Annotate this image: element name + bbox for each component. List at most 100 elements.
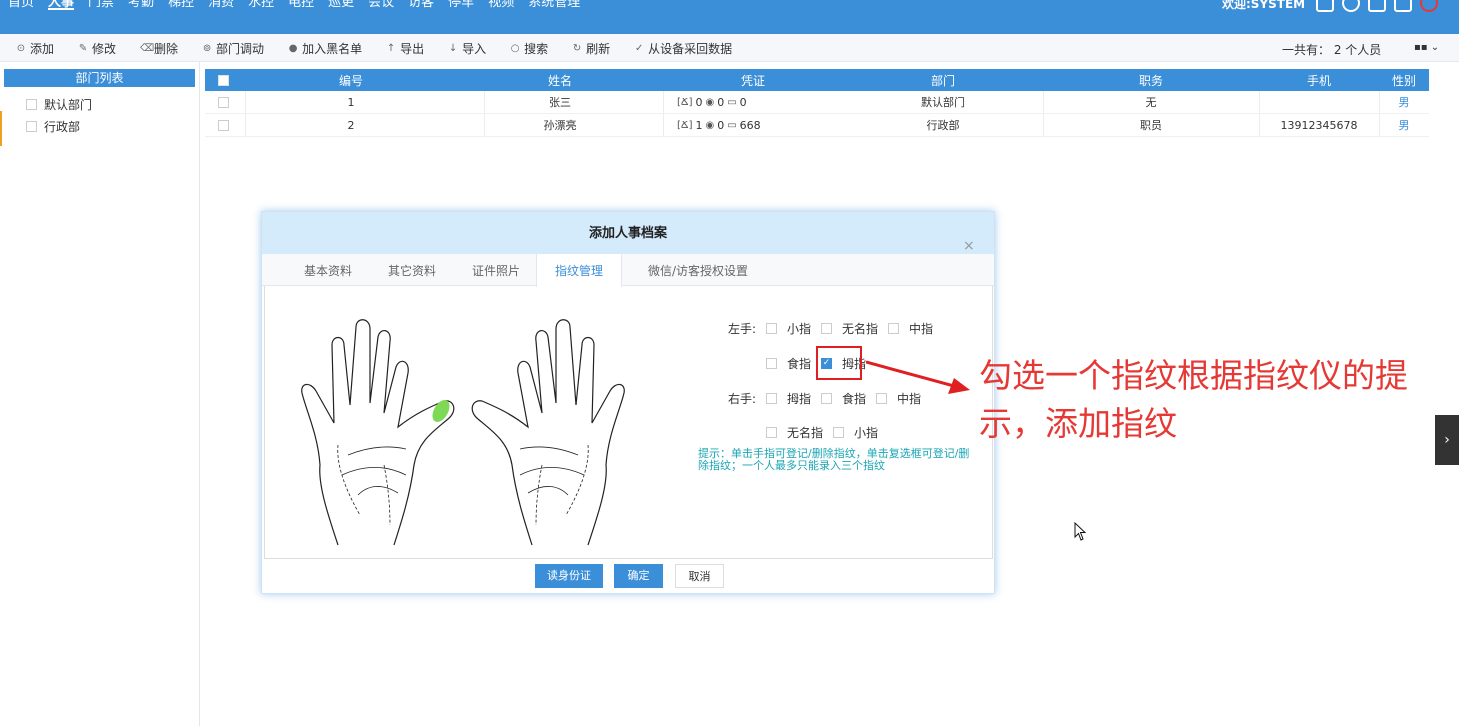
nav-home[interactable]: 首页 <box>8 0 34 9</box>
finger-checkbox[interactable] <box>821 323 833 334</box>
confirm-button[interactable]: 确定 <box>614 564 663 588</box>
right-hand-label: 右手: <box>727 392 756 406</box>
finger-label: 小指 <box>854 426 879 440</box>
toolbar-button-label: 从设备采回数据 <box>648 41 733 56</box>
finger-checkbox[interactable] <box>766 427 777 438</box>
nav-attendance[interactable]: 考勤 <box>128 0 154 9</box>
finger-checkbox[interactable] <box>833 427 845 438</box>
toolbar-button-icon: ⊚ <box>202 42 212 54</box>
row-checkbox[interactable] <box>217 119 229 131</box>
right-hand-outline <box>471 319 625 546</box>
header-credential[interactable]: 凭证 <box>663 69 843 91</box>
toolbar-button[interactable]: ○ 搜索 <box>510 40 548 57</box>
finger-checkbox[interactable] <box>766 323 777 334</box>
toolbar: ⊙ 添加 ✎ 修改 ⌫ 删除 ⊚ 部门调动 ● 加入黑名单 ↑ 导出 ↓ 导入 ○ 搜索 ↻ 刷新 ✓ 从设备采回数据… <box>0 34 1459 62</box>
header-phone[interactable]: 手机 <box>1259 69 1379 91</box>
right-ring-finger[interactable]: 无名指 <box>766 424 823 441</box>
tab-fingerprint[interactable]: 指纹管理 <box>536 254 622 287</box>
right-index-finger[interactable]: 食指 <box>821 390 866 407</box>
header-name[interactable]: 姓名 <box>457 69 663 91</box>
credential-group: [Ճ] 1 ◉ 0 ▭ 668 <box>677 119 761 132</box>
cell-title: 无 <box>1145 96 1157 109</box>
header-id[interactable]: 编号 <box>245 69 457 91</box>
nav-visitor[interactable]: 访客 <box>408 0 434 9</box>
toolbar-button-icon: ↑ <box>386 42 396 54</box>
table-row[interactable]: 2 孙漂亮 [Ճ] 1 ◉ 0 ▭ 668 行政部 职员 13912345678 男 <box>205 114 1429 137</box>
toolbar-button[interactable]: ✓ 从设备采回数据 <box>634 40 732 57</box>
toolbar-button[interactable]: ⌫ 删除 <box>140 40 178 57</box>
nav-system[interactable]: 系统管理 <box>528 0 580 9</box>
nav-water[interactable]: 水控 <box>248 0 274 9</box>
left-index-finger[interactable]: 食指 <box>766 355 811 372</box>
toolbar-button[interactable]: ● 加入黑名单 <box>288 40 362 57</box>
dialog-header: 添加人事档案 × <box>262 212 994 254</box>
nav-personnel[interactable]: 人事 <box>48 0 75 10</box>
row-checkbox[interactable] <box>217 96 229 108</box>
toolbar-button[interactable]: ↑ 导出 <box>386 40 424 57</box>
dept-checkbox[interactable] <box>26 121 37 132</box>
power-icon[interactable] <box>1420 0 1438 12</box>
cell-phone <box>1259 91 1379 113</box>
finger-checkbox[interactable] <box>766 358 777 369</box>
toolbar-button[interactable]: ⊚ 部门调动 <box>202 40 264 57</box>
toolbar-button[interactable]: ↻ 刷新 <box>572 40 610 57</box>
left-ring-finger[interactable]: 无名指 <box>821 320 878 337</box>
cell-department: 行政部 <box>926 119 960 132</box>
finger-checkbox[interactable] <box>888 323 900 334</box>
cell-name: 孙漂亮 <box>543 119 577 132</box>
row-select-cell <box>213 91 233 113</box>
toolbar-button[interactable]: ↓ 导入 <box>448 40 486 57</box>
tab-basic-info[interactable]: 基本资料 <box>290 254 366 286</box>
face-count: 1 <box>695 118 703 132</box>
table-row[interactable]: 1 张三 [Ճ] 0 ◉ 0 ▭ 0 默认部门 无 男 <box>205 91 1429 114</box>
cancel-button[interactable]: 取消 <box>675 564 724 588</box>
help-icon[interactable] <box>1342 0 1360 12</box>
left-little-finger[interactable]: 小指 <box>766 320 811 337</box>
toolbar-button-icon: ⊙ <box>16 42 26 54</box>
left-hand-outline <box>301 319 455 546</box>
table-header: 编号 姓名 凭证 部门 职务 手机 性别 <box>205 69 1429 91</box>
dept-item-admin[interactable]: 行政部 <box>26 118 80 135</box>
tab-wechat-visitor[interactable]: 微信/访客授权设置 <box>628 254 768 286</box>
lock-icon[interactable] <box>1368 0 1386 12</box>
header-title[interactable]: 职务 <box>1043 69 1259 91</box>
dept-checkbox[interactable] <box>26 99 37 110</box>
dialog-title: 添加人事档案 <box>588 226 667 241</box>
fingerprint-hint: 提示：单击手指可登记/删除指纹，单击复选框可登记/删除指纹；一个人最多只能录入三… <box>698 447 970 472</box>
toolbar-button-label: 搜索 <box>524 41 549 56</box>
hands-diagram[interactable] <box>298 315 628 547</box>
nav-access[interactable]: 门禁 <box>88 0 114 9</box>
header-department[interactable]: 部门 <box>843 69 1043 91</box>
tab-other-info[interactable]: 其它资料 <box>374 254 450 286</box>
read-id-card-button[interactable]: 读身份证 <box>535 564 603 588</box>
nav-power[interactable]: 电控 <box>288 0 314 9</box>
nav-video[interactable]: 视频 <box>488 0 514 9</box>
toolbar-button-label: 刷新 <box>586 41 611 56</box>
nav-consume[interactable]: 消费 <box>208 0 234 9</box>
tab-id-photo[interactable]: 证件照片 <box>458 254 534 286</box>
edit-icon[interactable] <box>1394 0 1412 12</box>
select-all-checkbox[interactable] <box>217 74 229 86</box>
card-number: 668 <box>739 118 761 132</box>
toolbar-button-icon: ✓ <box>634 42 644 54</box>
fullscreen-icon[interactable] <box>1316 0 1334 12</box>
nav-elevator[interactable]: 梯控 <box>168 0 194 9</box>
column-settings-icon[interactable]: ▪▪ ⌄ <box>1414 42 1439 53</box>
toolbar-button[interactable]: ⊙ 添加 <box>16 40 54 57</box>
face-count: 0 <box>695 95 703 109</box>
cell-phone: 13912345678 <box>1280 118 1358 132</box>
nav-meeting[interactable]: 会议 <box>368 0 394 9</box>
left-middle-finger[interactable]: 中指 <box>888 320 933 337</box>
nav-patrol[interactable]: 巡更 <box>328 0 354 9</box>
right-thumb[interactable]: 拇指 <box>766 390 811 407</box>
dept-item-default[interactable]: 默认部门 <box>26 96 92 113</box>
finger-checkbox[interactable] <box>766 393 777 404</box>
side-expand-button[interactable]: › <box>1435 415 1459 465</box>
header-gender[interactable]: 性别 <box>1379 69 1429 91</box>
nav-parking[interactable]: 停车 <box>448 0 474 9</box>
fingerprint-icon: ◉ <box>705 119 715 131</box>
toolbar-button[interactable]: ✎ 修改 <box>78 40 116 57</box>
toolbar-button-label: 导入 <box>462 41 487 56</box>
right-little-finger[interactable]: 小指 <box>833 424 878 441</box>
finger-checkbox[interactable] <box>821 393 833 404</box>
